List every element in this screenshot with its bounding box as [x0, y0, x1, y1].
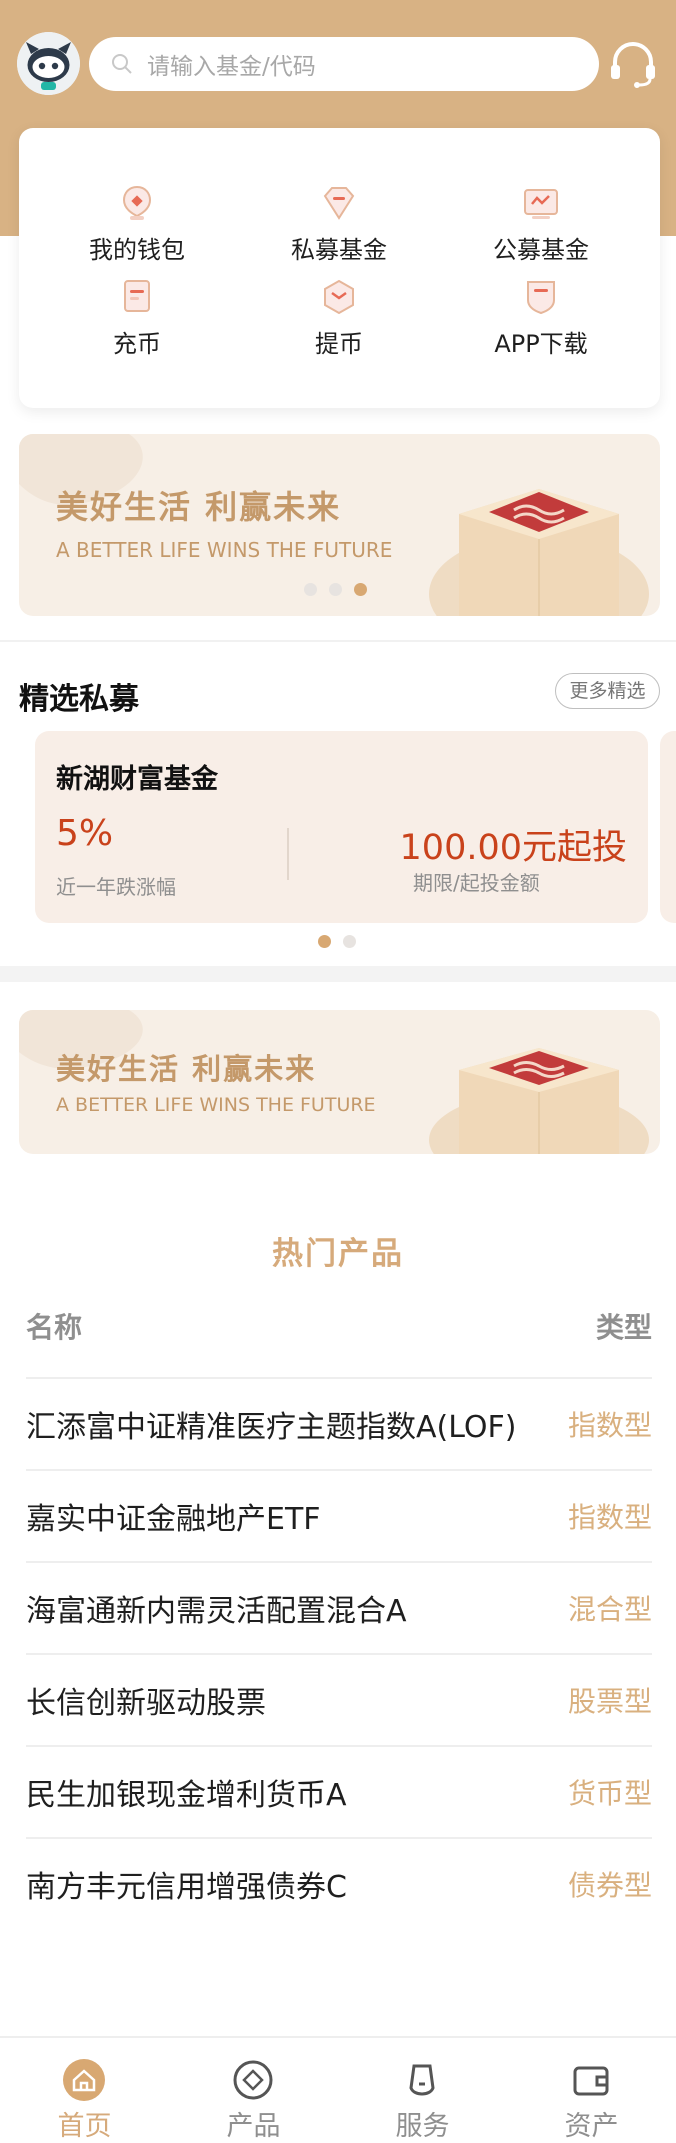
- product-name: 长信创新驱动股票: [26, 1686, 266, 1721]
- fund-card[interactable]: 新湖财富基金 5% 近一年跌涨幅 100.00元起投 期限/起投金额: [35, 731, 648, 923]
- product-row[interactable]: 嘉实中证金融地产ETF 指数型: [26, 1469, 652, 1561]
- product-name: 海富通新内需灵活配置混合A: [26, 1594, 407, 1629]
- tab-label: 首页: [57, 2111, 112, 2142]
- trend-icon: [524, 189, 558, 219]
- hot-products-title: 热门产品: [272, 1236, 404, 1272]
- search-input[interactable]: 请输入基金/代码: [147, 47, 316, 81]
- product-type: 指数型: [567, 1501, 652, 1534]
- quick-item-label: 公募基金: [493, 236, 589, 264]
- product-type: 指数型: [567, 1409, 652, 1442]
- quick-item-label: 私募基金: [291, 236, 387, 264]
- tab-label: 服务: [395, 2111, 450, 2142]
- product-row[interactable]: 汇添富中证精准医疗主题指数A(LOF) 指数型: [26, 1377, 652, 1469]
- product-row[interactable]: 海富通新内需灵活配置混合A 混合型: [26, 1561, 652, 1653]
- product-type: 股票型: [567, 1685, 652, 1718]
- fund-divider: [287, 828, 289, 880]
- column-header-name: 名称: [26, 1311, 83, 1344]
- fund-pagination: [318, 935, 356, 948]
- fund-min-label: 期限/起投金额: [413, 871, 540, 895]
- customer-service-icon[interactable]: [606, 38, 660, 92]
- product-name: 汇添富中证精准医疗主题指数A(LOF): [26, 1410, 517, 1445]
- assets-icon: [573, 2066, 609, 2096]
- quick-item-private-fund[interactable]: 私募基金: [239, 184, 439, 265]
- search-bar[interactable]: 请输入基金/代码: [89, 37, 599, 91]
- service-icon: [409, 2064, 435, 2096]
- divider: [0, 640, 676, 642]
- deposit-icon: [124, 280, 150, 312]
- withdraw-icon: [324, 279, 354, 315]
- wallet-icon: [122, 185, 152, 220]
- pagination-dot[interactable]: [304, 583, 317, 596]
- section-separator: [0, 966, 676, 982]
- product-row[interactable]: 南方丰元信用增强债券C 债券型: [26, 1837, 652, 1929]
- section-title-private: 精选私募: [19, 682, 139, 717]
- tab-assets[interactable]: 资产: [507, 2038, 676, 2143]
- quick-item-wallet[interactable]: 我的钱包: [37, 184, 237, 265]
- column-header-type: 类型: [595, 1311, 652, 1344]
- quick-menu-card: 我的钱包 私募基金 公募基金 充币 提币 APP下载: [19, 128, 660, 408]
- banner-subtitle: A BETTER LIFE WINS THE FUTURE: [56, 1094, 376, 1116]
- fund-min-invest: 100.00元起投: [399, 828, 627, 868]
- quick-item-app-download[interactable]: APP下载: [441, 278, 641, 359]
- fund-rate: 5%: [56, 813, 114, 854]
- product-icon: [233, 2060, 273, 2100]
- tab-service[interactable]: 服务: [338, 2038, 507, 2143]
- diamond-icon: [323, 187, 355, 220]
- product-name: 嘉实中证金融地产ETF: [26, 1502, 321, 1537]
- more-private-button[interactable]: 更多精选: [555, 673, 660, 709]
- search-icon: [112, 54, 132, 74]
- product-row[interactable]: 长信创新驱动股票 股票型: [26, 1653, 652, 1745]
- hot-products-list: 汇添富中证精准医疗主题指数A(LOF) 指数型 嘉实中证金融地产ETF 指数型 …: [26, 1377, 652, 1929]
- tab-products[interactable]: 产品: [169, 2038, 338, 2143]
- banner-title: 美好生活 利赢未来: [56, 1052, 317, 1086]
- quick-item-deposit[interactable]: 充币: [37, 278, 237, 359]
- pagination-dot-active[interactable]: [318, 935, 331, 948]
- tab-label: 资产: [564, 2111, 619, 2142]
- banner-title: 美好生活 利赢未来: [56, 488, 342, 526]
- fund-rate-label: 近一年跌涨幅: [56, 875, 176, 899]
- pagination-dot-active[interactable]: [354, 583, 367, 596]
- product-type: 货币型: [567, 1777, 652, 1810]
- fund-name: 新湖财富基金: [56, 764, 218, 795]
- pagination-dot[interactable]: [329, 583, 342, 596]
- quick-item-public-fund[interactable]: 公募基金: [441, 184, 641, 265]
- pagination-dot[interactable]: [343, 935, 356, 948]
- tab-label: 产品: [226, 2111, 281, 2142]
- fund-card-next[interactable]: [660, 731, 676, 923]
- banner-pagination: [304, 583, 367, 596]
- home-icon: [63, 2059, 105, 2101]
- tab-home[interactable]: 首页: [0, 2038, 169, 2143]
- bottom-tab-bar: 首页 产品 服务 资产: [0, 2036, 676, 2143]
- quick-item-withdraw[interactable]: 提币: [239, 278, 439, 359]
- quick-item-label: 充币: [113, 330, 161, 358]
- promo-banner-2[interactable]: 美好生活 利赢未来 A BETTER LIFE WINS THE FUTURE: [19, 1010, 660, 1154]
- product-type: 债券型: [567, 1869, 652, 1902]
- avatar[interactable]: [17, 32, 80, 95]
- quick-item-label: 我的钱包: [89, 236, 185, 264]
- product-name: 民生加银现金增利货币A: [26, 1778, 347, 1813]
- product-row[interactable]: 民生加银现金增利货币A 货币型: [26, 1745, 652, 1837]
- quick-item-label: 提币: [315, 330, 363, 358]
- product-type: 混合型: [567, 1593, 652, 1626]
- download-icon: [527, 281, 555, 315]
- banner-subtitle: A BETTER LIFE WINS THE FUTURE: [56, 538, 393, 562]
- product-name: 南方丰元信用增强债券C: [26, 1870, 347, 1905]
- quick-item-label: APP下载: [494, 330, 588, 358]
